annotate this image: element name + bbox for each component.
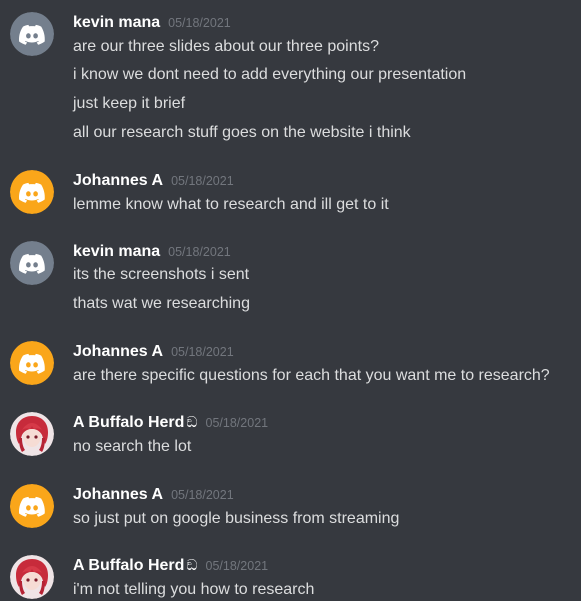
message-header: A Buffalo Herd ඞ 05/18/2021 — [73, 412, 268, 434]
message-text: are our three slides about our three poi… — [73, 38, 379, 55]
username[interactable]: A Buffalo Herd — [73, 557, 184, 574]
timestamp: 05/18/2021 — [171, 174, 234, 188]
message-text: i know we dont need to add everything ou… — [73, 66, 467, 83]
message-text: thats wat we researching — [73, 295, 250, 312]
timestamp: 05/18/2021 — [205, 416, 269, 430]
username[interactable]: Johannes A — [73, 486, 163, 503]
message-text: so just put on google business from stre… — [73, 510, 400, 527]
username[interactable]: A Buffalo Herd — [73, 414, 184, 431]
amogus-badge: ඞ — [186, 414, 198, 431]
discord-logo-icon — [10, 341, 54, 385]
discord-logo-icon — [10, 12, 54, 56]
avatar[interactable] — [10, 555, 54, 599]
message-header: kevin mana 05/18/2021 — [73, 241, 231, 263]
discord-logo-icon — [10, 484, 54, 528]
avatar[interactable] — [10, 412, 54, 456]
avatar[interactable] — [10, 170, 54, 214]
message-header: Johannes A 05/18/2021 — [73, 341, 234, 363]
message-text: just keep it brief — [73, 95, 186, 112]
timestamp: 05/18/2021 — [168, 245, 231, 259]
anime-character-avatar-icon — [10, 412, 54, 456]
message-header: A Buffalo Herd ඞ 05/18/2021 — [73, 555, 268, 577]
message-text: its the screenshots i sent — [73, 266, 250, 283]
message-text: i'm not telling you how to research — [73, 581, 315, 598]
username[interactable]: kevin mana — [73, 243, 160, 260]
timestamp: 05/18/2021 — [205, 559, 269, 573]
message-text: are there specific questions for each th… — [73, 367, 550, 384]
avatar[interactable] — [10, 241, 54, 285]
message-header: Johannes A 05/18/2021 — [73, 484, 234, 506]
username[interactable]: kevin mana — [73, 14, 160, 31]
anime-character-avatar-icon — [10, 555, 54, 599]
timestamp: 05/18/2021 — [171, 488, 234, 502]
message-text: lemme know what to research and ill get … — [73, 196, 389, 213]
avatar[interactable] — [10, 341, 54, 385]
avatar[interactable] — [10, 484, 54, 528]
message-header: Johannes A 05/18/2021 — [73, 170, 234, 192]
avatar[interactable] — [10, 12, 54, 56]
message-header: kevin mana 05/18/2021 — [73, 12, 231, 34]
amogus-badge: ඞ — [186, 557, 198, 574]
timestamp: 05/18/2021 — [168, 16, 231, 30]
message-text: all our research stuff goes on the websi… — [73, 124, 411, 141]
username[interactable]: Johannes A — [73, 172, 163, 189]
discord-logo-icon — [10, 241, 54, 285]
username[interactable]: Johannes A — [73, 343, 163, 360]
message-text: no search the lot — [73, 438, 192, 455]
timestamp: 05/18/2021 — [171, 345, 234, 359]
discord-logo-icon — [10, 170, 54, 214]
